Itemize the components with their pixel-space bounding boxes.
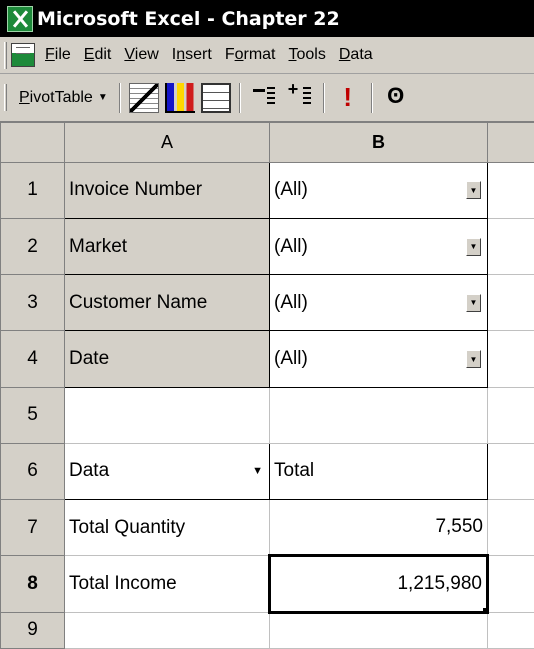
- cell[interactable]: Total Quantity: [64, 499, 270, 557]
- pivot-table-icon[interactable]: [200, 82, 231, 113]
- table-row: 7 Total Quantity 7,550: [0, 499, 534, 557]
- table-row: 6 Data ▼ Total: [0, 442, 534, 501]
- menu-insert[interactable]: Insert: [172, 46, 212, 64]
- worksheet-grid: A B 1 Invoice Number (All) ▼ 2 Market (Al…: [0, 122, 534, 649]
- table-row: 8 Total Income 1,215,980: [0, 554, 534, 614]
- table-row: 4 Date (All) ▼: [0, 330, 534, 388]
- menu-bar: File Edit View Insert Format Tools Data: [0, 37, 534, 74]
- refresh-data-icon[interactable]: !: [333, 82, 363, 113]
- menu-edit[interactable]: Edit: [84, 46, 112, 64]
- table-row: 2 Market (All) ▼: [0, 217, 534, 276]
- hide-detail-icon[interactable]: [249, 83, 279, 113]
- table-row: 1 Invoice Number (All) ▼: [0, 161, 534, 219]
- menu-format[interactable]: Format: [225, 46, 276, 64]
- pivottable-toolbar: PivotTable ▼ ! ʘ: [0, 74, 534, 122]
- cell[interactable]: 7,550: [269, 499, 488, 557]
- select-all-corner[interactable]: [0, 122, 65, 163]
- menu-data[interactable]: Data: [339, 46, 373, 64]
- page-field-label[interactable]: Date: [64, 330, 270, 388]
- page-field-label[interactable]: Invoice Number: [64, 161, 270, 219]
- table-row: 3 Customer Name (All) ▼: [0, 274, 534, 332]
- cell[interactable]: [487, 555, 534, 613]
- chevron-down-icon: ▼: [97, 92, 108, 103]
- cell[interactable]: Total Income: [64, 555, 270, 613]
- show-detail-icon[interactable]: [285, 79, 315, 113]
- column-header-c[interactable]: [487, 122, 534, 163]
- workbook-icon[interactable]: [11, 43, 35, 67]
- column-header-b[interactable]: B: [269, 122, 488, 163]
- dropdown-arrow-icon[interactable]: ▼: [466, 293, 481, 312]
- selected-cell[interactable]: 1,215,980: [268, 554, 489, 614]
- page-field-label[interactable]: Market: [64, 217, 270, 276]
- toolbar-separator: [238, 82, 241, 113]
- menu-grip[interactable]: [4, 41, 7, 69]
- cell[interactable]: [487, 442, 534, 501]
- cell[interactable]: [487, 386, 534, 444]
- pivot-chart-icon[interactable]: [164, 82, 195, 113]
- row-header[interactable]: 6: [0, 442, 65, 501]
- page-field-label[interactable]: Customer Name: [64, 274, 270, 332]
- more-icon[interactable]: ʘ: [381, 83, 411, 113]
- cell[interactable]: [487, 274, 534, 332]
- cell[interactable]: [487, 217, 534, 276]
- row-header[interactable]: 7: [0, 499, 65, 557]
- page-field-value[interactable]: (All) ▼: [269, 161, 488, 219]
- menu-tools[interactable]: Tools: [289, 46, 326, 64]
- menu-view[interactable]: View: [124, 46, 158, 64]
- dropdown-arrow-icon[interactable]: ▼: [466, 350, 481, 368]
- toolbar-separator: [322, 82, 325, 113]
- menu-file[interactable]: File: [45, 46, 71, 64]
- table-row: 9: [0, 611, 534, 649]
- dropdown-arrow-icon[interactable]: ▼: [466, 237, 481, 256]
- dropdown-arrow-icon[interactable]: ▼: [252, 465, 263, 477]
- cell[interactable]: [487, 161, 534, 219]
- page-field-value[interactable]: (All) ▼: [269, 217, 488, 276]
- excel-app-icon[interactable]: [7, 5, 33, 32]
- fill-handle[interactable]: [482, 606, 485, 610]
- row-header[interactable]: 4: [0, 330, 65, 388]
- pivottable-menu-button[interactable]: PivotTable ▼: [13, 82, 114, 114]
- row-header[interactable]: 9: [0, 611, 65, 649]
- page-field-value[interactable]: (All) ▼: [269, 330, 488, 388]
- page-field-value[interactable]: (All) ▼: [269, 274, 488, 332]
- table-row: 5: [0, 386, 534, 444]
- cell[interactable]: [269, 386, 488, 444]
- data-field-button[interactable]: Data ▼: [64, 442, 270, 501]
- cell[interactable]: [269, 611, 488, 649]
- row-header[interactable]: 8: [0, 555, 65, 613]
- toolbar-separator: [370, 82, 373, 113]
- row-header[interactable]: 2: [0, 217, 65, 276]
- cell[interactable]: [64, 611, 270, 649]
- row-header[interactable]: 3: [0, 274, 65, 332]
- dropdown-arrow-icon[interactable]: ▼: [466, 181, 481, 200]
- cell[interactable]: [487, 611, 534, 649]
- pivot-wizard-icon[interactable]: [128, 82, 159, 113]
- total-header[interactable]: Total: [269, 442, 488, 501]
- toolbar-grip[interactable]: [4, 84, 7, 111]
- cell[interactable]: [64, 386, 270, 444]
- column-header-a[interactable]: A: [64, 122, 270, 163]
- cell[interactable]: [487, 330, 534, 388]
- row-header[interactable]: 1: [0, 161, 65, 219]
- window-title: Microsoft Excel - Chapter 22: [37, 7, 340, 30]
- toolbar-separator: [118, 82, 121, 113]
- title-bar: Microsoft Excel - Chapter 22: [0, 0, 534, 37]
- row-header[interactable]: 5: [0, 386, 65, 444]
- cell[interactable]: [487, 499, 534, 557]
